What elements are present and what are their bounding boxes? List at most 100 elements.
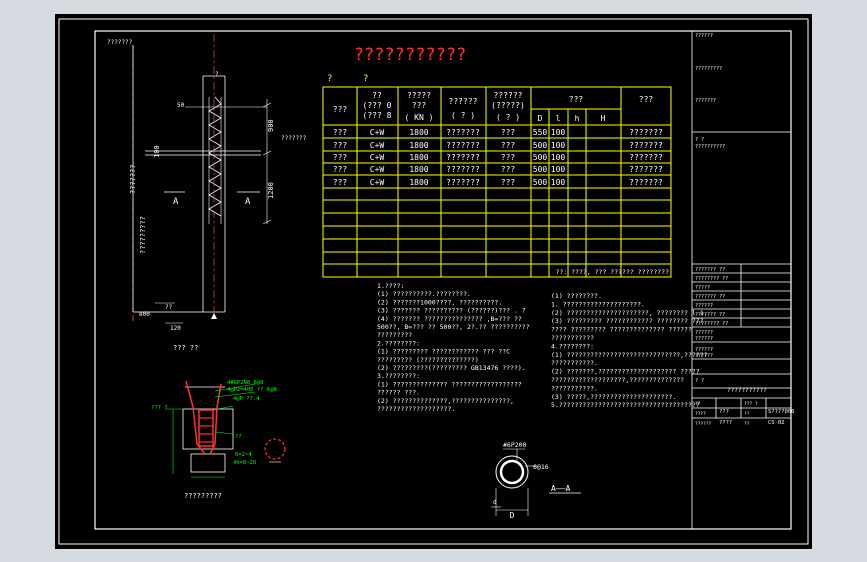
header-c2-line3: ( KN ): [405, 113, 434, 122]
title-block-row5: ??????????: [695, 144, 725, 150]
header-c5-sub-l: l: [556, 114, 561, 123]
table-cell: ???: [333, 178, 348, 187]
table-cell: 100: [551, 165, 566, 174]
table-cell: ???: [501, 165, 516, 174]
note-left-line: (1) ??????????.????????.: [377, 290, 471, 298]
header-c3-line2: ( ? ): [451, 111, 475, 120]
pile-section-drawing: [132, 34, 272, 324]
table-cell: ???: [333, 153, 348, 162]
table-cell: ???????: [629, 165, 663, 174]
note-right-line: (2) ?????????????????????, ???????? l 1.: [551, 309, 708, 317]
header-c6: ???: [639, 95, 654, 104]
header-c1-line1: ??: [372, 91, 382, 100]
title-scale: S????000: [768, 409, 795, 415]
header-c0: ???: [333, 105, 348, 114]
title-stamp-5: ??????? ??: [695, 312, 725, 318]
rebar-callout-6: 4h=8~28: [233, 460, 256, 466]
small-label-2: ?: [215, 71, 219, 78]
table-body: ??? C+W 1800?????????? 550 100?????????? C+W 1…: [333, 128, 663, 187]
rebar-callout-2: 4@P2=400 ?? 6@8: [227, 387, 277, 393]
notes-right: (1) ????????. 1. ????????????????????.(2…: [551, 292, 708, 409]
section-aa-label-left: d: [493, 499, 497, 506]
note-left-line: ?????????: [377, 331, 412, 339]
title-stamp-1: ???????? ??: [695, 276, 728, 282]
title-bottom-cell: ??: [695, 401, 701, 407]
note-left-line: ?????? ???.: [377, 389, 420, 397]
note-right-line: 1. ????????????????????.: [551, 300, 645, 308]
table-cell: ???????: [629, 128, 663, 137]
title-name-2: ??????: [695, 336, 713, 342]
header-c5-sub-h: h: [575, 114, 580, 123]
table-cell: ???????: [629, 178, 663, 187]
table-cell: 100: [551, 128, 566, 137]
table-cell: ???????: [446, 153, 480, 162]
table-cell: 1800: [409, 178, 428, 187]
table-cell: C+W: [370, 165, 385, 174]
title-block-row4: ? ?: [695, 137, 704, 143]
header-c5: ???: [569, 95, 584, 104]
note-right-line: (1) ????????.: [551, 292, 602, 300]
rebar-callout-5: 6=2~4: [235, 452, 252, 458]
title-block-row2: ?????????: [695, 66, 722, 72]
note-right-line: ???????????.: [551, 359, 598, 367]
table-cell: C+W: [370, 178, 385, 187]
rebar-detail-caption: ?????????: [184, 492, 222, 500]
drawing-name: ???????????: [727, 387, 767, 394]
cad-drawing: ??????????? ? ? ??? ?? (??? 0 (??? 8 ???…: [58, 18, 809, 545]
drawing-title: ???????????: [354, 45, 467, 65]
rebar-callout-4: ??? ?: [151, 405, 168, 411]
table-footnote: ??: ????, ??? ?????? ????????: [556, 268, 670, 276]
drawing-name-label: ? ?: [695, 378, 704, 384]
header-c2-line1: ?????: [407, 91, 431, 100]
table-cell: ???: [333, 128, 348, 137]
note-right-line: (3) ????????? ???????????? ???????? ???: [551, 317, 704, 325]
table-cell: C+W: [370, 128, 385, 137]
table-cell: 500: [533, 178, 548, 187]
header-c2-line2: ???: [412, 101, 427, 110]
note-right-line: (1) ?????????????????????????????,??????: [551, 351, 708, 359]
table-cell: 550: [533, 128, 548, 137]
table-cell: 1800: [409, 141, 428, 150]
dim-900: 900: [267, 119, 275, 132]
table-cell: ???????: [446, 141, 480, 150]
dim-100: 100: [153, 145, 161, 158]
note-left-line: 1.????:: [377, 282, 404, 290]
title-stamp-0: ??????? ??: [695, 267, 725, 273]
title-bottom-cell: ??????: [695, 421, 712, 427]
title-bottom-cell: ????: [695, 411, 706, 417]
rebar-callout-1: 4#6P2N8 6@8: [227, 380, 263, 386]
section-aa-drawing: [491, 448, 581, 516]
table-cell: ???: [333, 165, 348, 174]
table-cell: ???: [501, 153, 516, 162]
table-cell: ???: [333, 141, 348, 150]
dim-120: 120: [170, 325, 181, 332]
table-cell: 100: [551, 178, 566, 187]
elev-side-label: ???????: [281, 135, 307, 142]
note-left-line: 500??, B=??? ?? 500??, 2?.?? ??????????: [377, 323, 530, 331]
table-cell: 500: [533, 153, 548, 162]
notes-left: 1.????:(1) ??????????.????????.(2) ?????…: [377, 282, 530, 413]
table-cell: ???????: [629, 141, 663, 150]
header-c4-line2: (?????): [491, 101, 525, 110]
section-aa-caption: A——A: [551, 484, 570, 493]
note-left-line: ???????????????????.: [377, 405, 455, 413]
title-bottom-cell: ??: [744, 411, 750, 417]
dim-1200: 1200: [267, 182, 275, 199]
title-name-4: ??????: [695, 353, 713, 359]
table-cell: C+W: [370, 141, 385, 150]
rebar-detail-drawing: [165, 380, 286, 478]
table-cell: 1800: [409, 153, 428, 162]
title-bottom-cell: ??? ?: [744, 401, 758, 407]
header-c5-sub-hh: H: [601, 114, 606, 123]
table-cell: C+W: [370, 153, 385, 162]
note-left-line: (1) ?????????????? ??????????????????: [377, 380, 522, 388]
table-cell: ???????: [446, 165, 480, 174]
header-c4-line3: ( ? ): [496, 113, 520, 122]
cad-drawing-canvas[interactable]: ??????????? ? ? ??? ?? (??? 0 (??? 8 ???…: [55, 14, 812, 549]
table-cell: 100: [551, 153, 566, 162]
table-cell: ???: [501, 128, 516, 137]
pile-section-caption: ??? ??: [173, 344, 198, 352]
table-cell: ???????: [446, 128, 480, 137]
title-stamp-6: ???????? ??: [695, 321, 728, 327]
note-left-line: ????????? (??????????????): [377, 356, 479, 364]
